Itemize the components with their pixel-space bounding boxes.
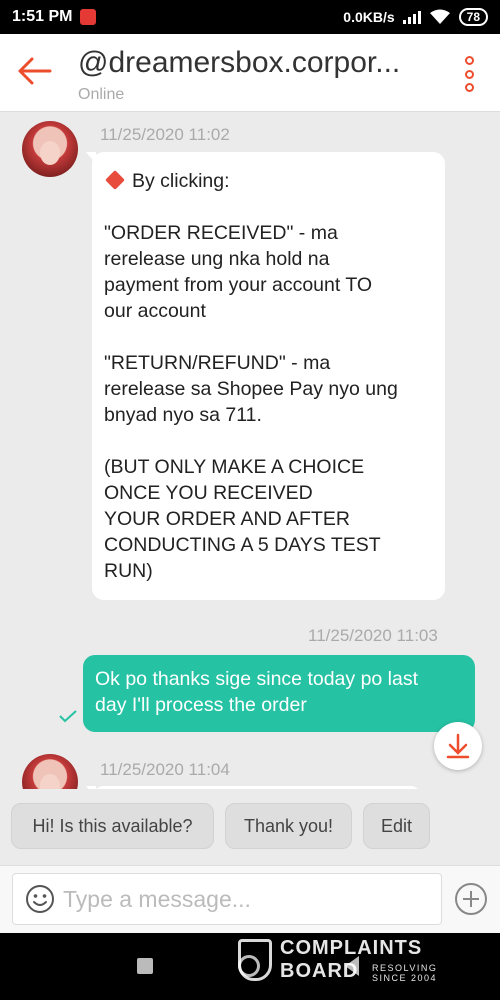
message-line: rerelease ung nka hold na (104, 248, 330, 270)
message-line: (BUT ONLY MAKE A CHOICE (104, 456, 365, 478)
check-icon (59, 710, 77, 723)
message-line: CONDUCTING A 5 DAYS TEST (104, 534, 381, 556)
quick-reply-chip[interactable]: Hi! Is this available? (11, 803, 214, 849)
watermark-line2: BOARD (280, 960, 359, 982)
quick-reply-chip[interactable]: Thank you! (225, 803, 352, 849)
message-line: YOUR ORDER AND AFTER (104, 508, 350, 530)
chat-title: @dreamersbox.corpor... (78, 46, 401, 79)
message-timestamp: 11/25/2020 11:04 (100, 760, 230, 779)
notification-icon (80, 9, 97, 25)
message-line: RUN) (104, 560, 153, 582)
diamond-icon (105, 170, 125, 190)
network-speed: 0.0KB/s (343, 9, 395, 25)
edit-quick-replies-button[interactable]: Edit (363, 803, 430, 849)
status-time: 1:51 PM (12, 8, 73, 25)
message-line: Ok po thanks sige since today po last (95, 668, 419, 690)
message-input[interactable] (63, 885, 423, 913)
watermark-line1: COMPLAINTS (280, 937, 423, 959)
message-line: ONCE YOU RECEIVED (104, 482, 313, 504)
chat-header: @dreamersbox.corpor... Online (0, 34, 500, 112)
message-timestamp: 11/25/2020 11:02 (100, 125, 230, 144)
message-composer (0, 865, 500, 933)
message-line: day I'll process the order (95, 694, 307, 716)
message-line: bnyad nyo sa 711. (104, 404, 262, 426)
avatar[interactable] (22, 121, 78, 177)
wifi-icon (429, 9, 450, 24)
message-line (104, 324, 433, 350)
message-line: rerelease sa Shopee Pay nyo ung (104, 378, 398, 400)
message-line: By clicking: (104, 168, 433, 194)
message-line: "ORDER RECEIVED" - ma (104, 222, 338, 244)
message-line: payment from your account TO (104, 274, 373, 296)
signal-icon (402, 10, 421, 24)
avatar[interactable] (22, 754, 78, 789)
message-field (12, 873, 442, 925)
message-line: our account (104, 300, 206, 322)
status-right: 0.0KB/s 78 (343, 8, 488, 26)
quick-replies: Hi! Is this available? Thank you! Edit (0, 789, 500, 865)
message-line: "RETURN/REFUND" - ma (104, 352, 331, 374)
plus-circle-icon[interactable] (454, 882, 488, 916)
incoming-message[interactable]: By clicking: "ORDER RECEIVED" - ma rerel… (86, 152, 445, 600)
online-status: Online (78, 86, 125, 103)
status-bar: 1:51 PM 0.0KB/s 78 (0, 0, 500, 34)
more-vertical-icon[interactable] (464, 56, 474, 92)
chat-area[interactable]: 11/25/2020 11:02 By clicking: "ORDER REC… (0, 113, 500, 789)
message-timestamp: 11/25/2020 11:03 (308, 626, 438, 645)
smiley-icon[interactable] (25, 884, 55, 914)
shield-icon (238, 939, 272, 981)
arrow-down-icon (446, 733, 470, 759)
outgoing-message[interactable]: Ok po thanks sige since today po last da… (83, 655, 475, 732)
arrow-left-icon[interactable] (16, 56, 52, 86)
watermark-tag1: RESOLVING (372, 963, 438, 973)
scroll-down-button[interactable] (434, 722, 482, 770)
message-line (104, 194, 433, 220)
battery-indicator: 78 (458, 8, 488, 26)
watermark-logo: COMPLAINTS BOARD RESOLVING SINCE 2004 (238, 937, 453, 983)
watermark-tag2: SINCE 2004 (372, 973, 438, 983)
message-line (104, 428, 433, 454)
recents-button[interactable] (137, 958, 153, 974)
